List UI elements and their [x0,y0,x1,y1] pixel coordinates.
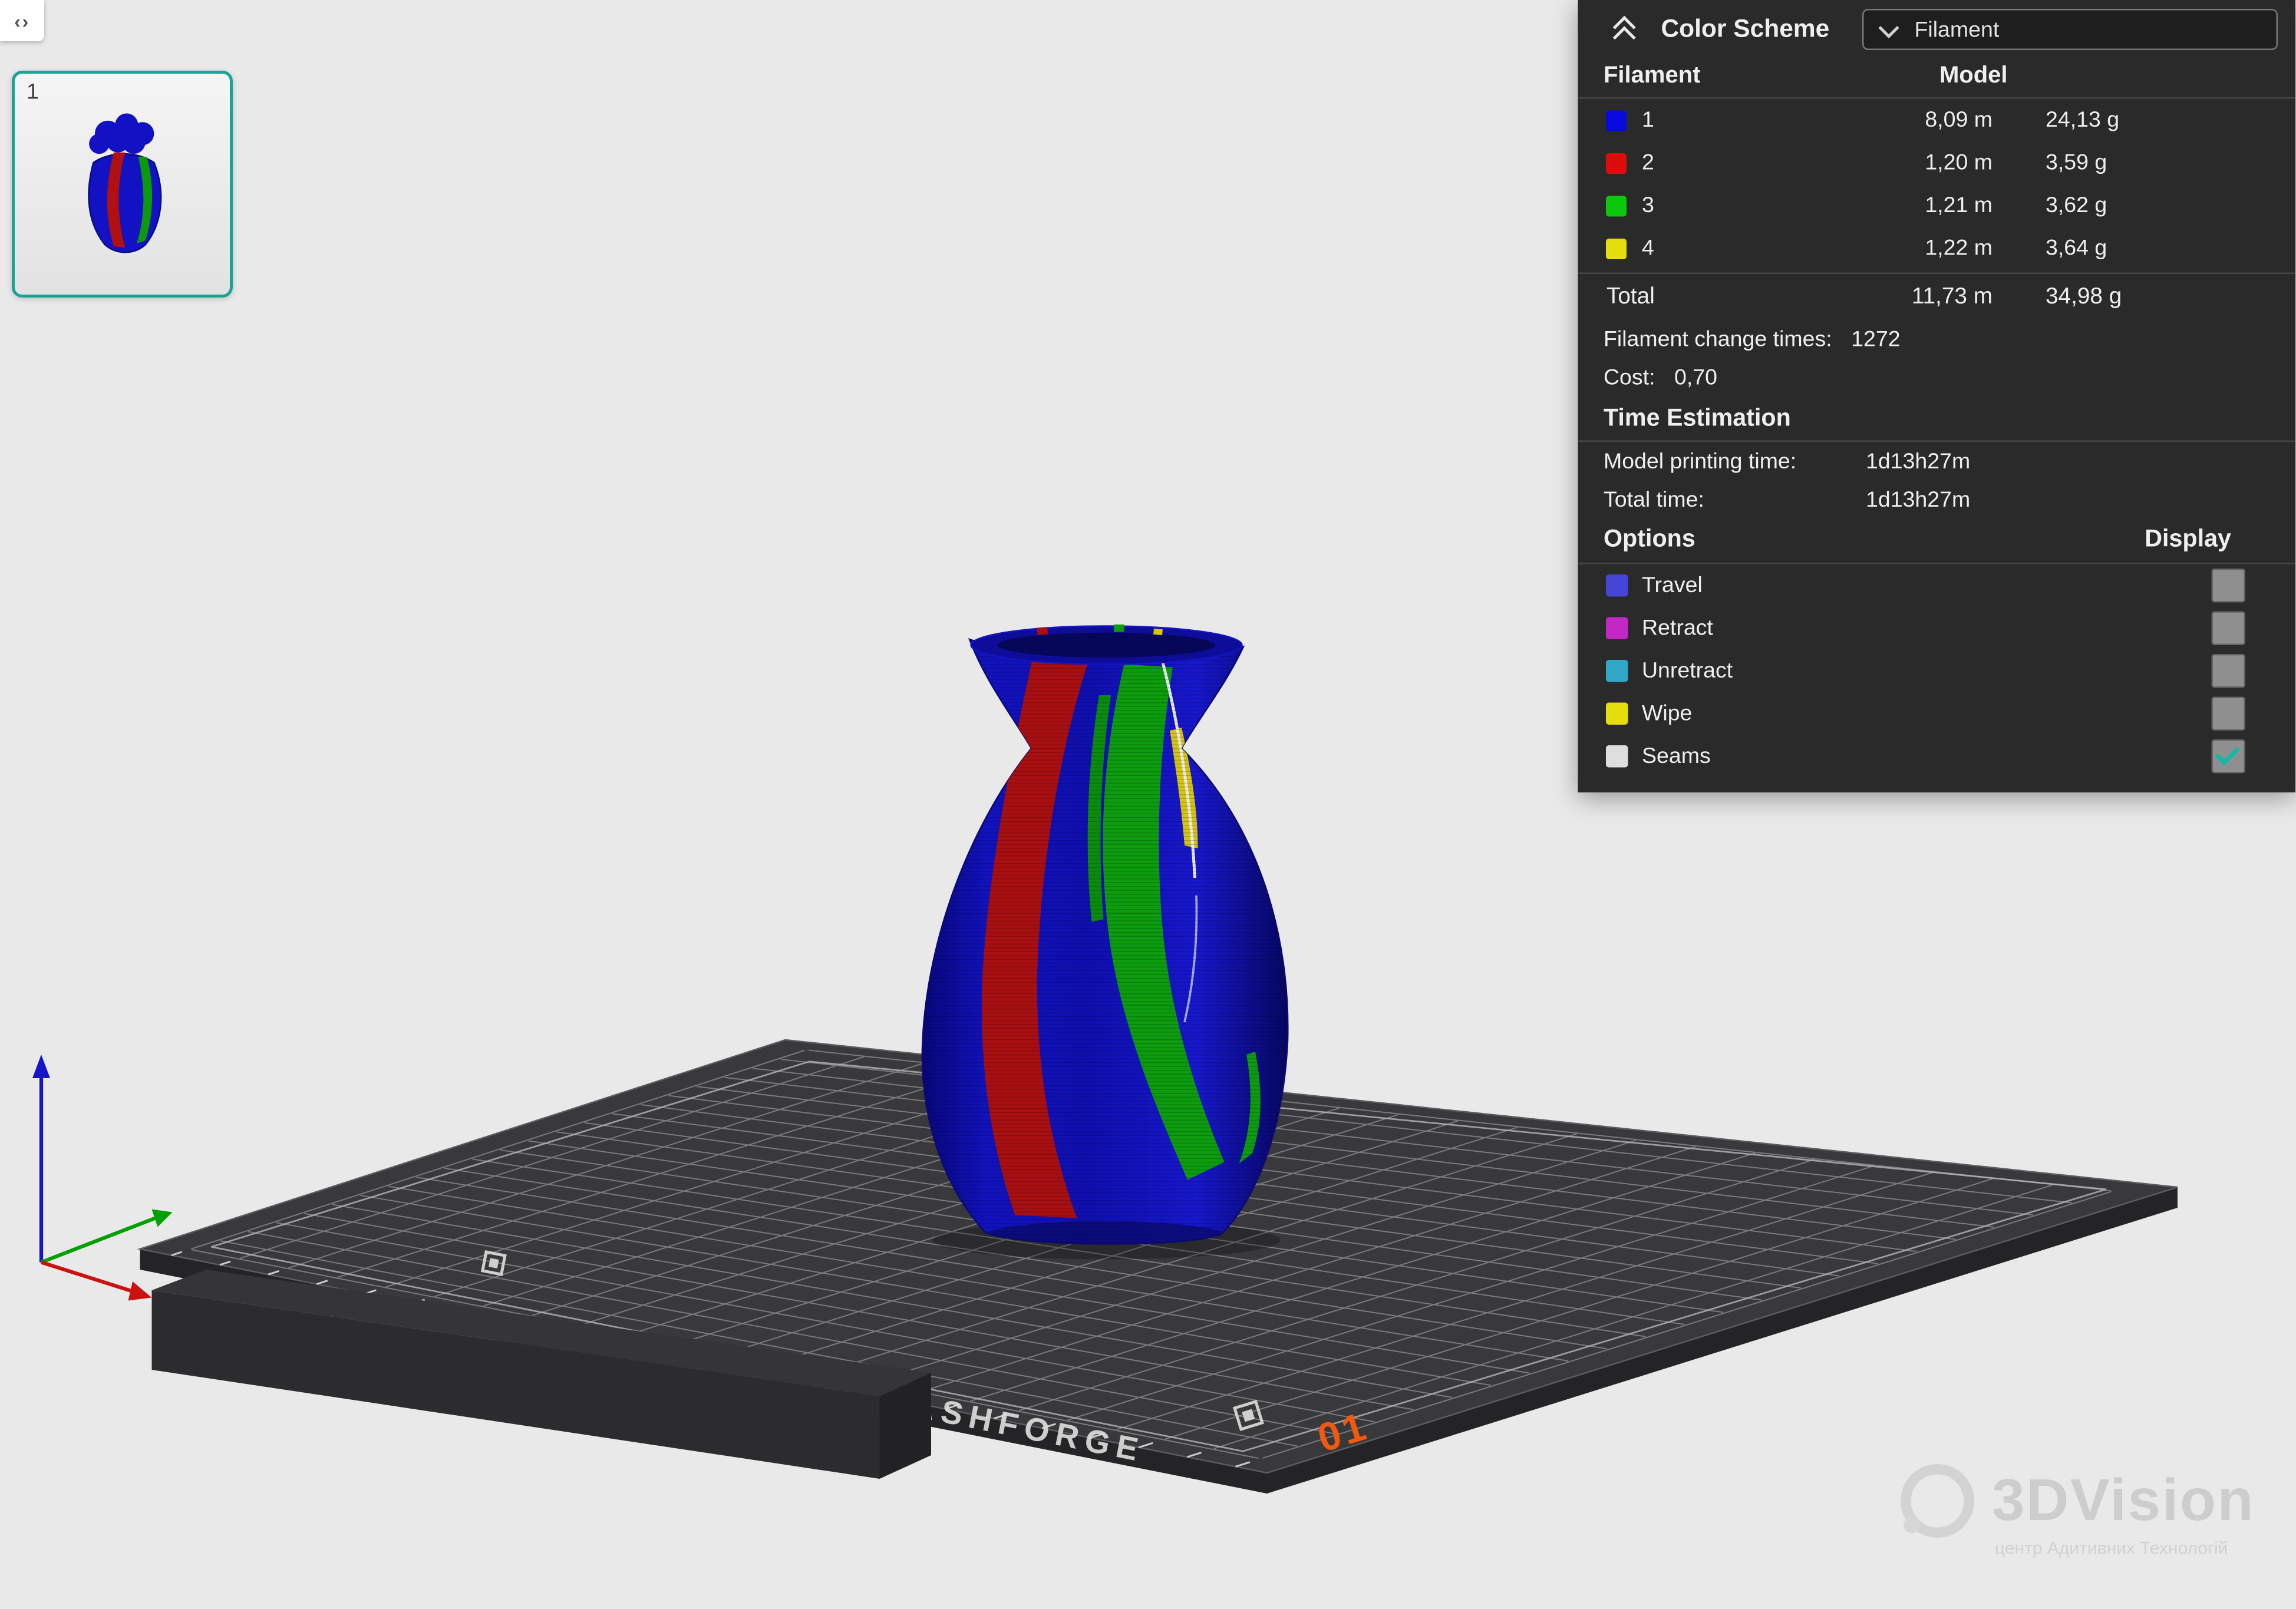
filament-weight: 3,59 g [2019,150,2209,176]
option-swatch [1606,745,1629,768]
travel-checkbox[interactable] [2212,569,2246,603]
total-time-label: Total time: [1604,487,1866,512]
filament-id: 3 [1642,193,1701,219]
filament-change-row: Filament change times: 1272 [1578,320,2296,358]
filament-id: 1 [1642,108,1701,133]
option-label: Seams [1642,744,1711,769]
wipe-checkbox[interactable] [2212,697,2246,731]
model-time-value: 1d13h27m [1866,448,1970,474]
chevron-down-icon [1879,17,1899,38]
color-scheme-dropdown[interactable]: Filament [1863,9,2278,50]
filament-table-header: Filament Model [1578,59,2296,99]
option-label: Retract [1642,616,1713,641]
total-length: 11,73 m [1701,283,2019,310]
total-time-value: 1d13h27m [1866,487,1970,512]
option-swatch [1606,617,1629,640]
option-row-retract: Retract [1578,607,2296,650]
unretract-checkbox[interactable] [2212,654,2246,688]
filament-length: 1,21 m [1701,193,2019,219]
options-title: Options [1604,526,1695,554]
toggle-panel-button[interactable]: ‹› [0,0,44,41]
filament-row[interactable]: 3 1,21 m 3,62 g [1578,184,2296,227]
option-label: Travel [1642,573,1703,599]
option-swatch [1606,703,1629,725]
plate-thumbnail[interactable]: 1 [12,71,233,298]
option-row-seams: Seams [1578,735,2296,778]
filament-change-value: 1272 [1851,326,1900,352]
option-label: Wipe [1642,701,1692,726]
collapse-panel-icon[interactable] [1608,14,1640,46]
total-time-row: Total time: 1d13h27m [1578,480,2296,518]
watermark-subtitle: центр Адитивних Технологій [1995,1538,2281,1558]
filament-swatch [1606,195,1627,216]
watermark-logo-icon [1898,1461,1977,1541]
seams-checkbox[interactable] [2212,739,2246,774]
filament-length: 1,20 m [1701,150,2019,176]
model-printing-time-row: Model printing time: 1d13h27m [1578,442,2296,480]
vase-model [922,625,1288,1259]
total-label: Total [1606,283,1701,310]
retract-checkbox[interactable] [2212,612,2246,646]
filament-change-label: Filament change times: [1604,326,1832,352]
option-row-wipe: Wipe [1578,692,2296,735]
cost-label: Cost: [1604,365,1655,390]
filament-weight: 3,62 g [2019,193,2209,219]
filament-weight: 24,13 g [2019,108,2209,133]
plate-index: 1 [27,80,39,105]
col-model: Model [1939,64,2008,90]
panel-header: Color Scheme Filament [1578,0,2296,59]
total-weight: 34,98 g [2019,283,2209,310]
app-stage: FLASHFORGE 01 [0,0,2296,1609]
filament-length: 1,22 m [1701,236,2019,261]
toggle-panel-icon: ‹› [14,9,30,32]
filament-swatch [1606,110,1627,130]
option-row-unretract: Unretract [1578,650,2296,693]
option-swatch [1606,574,1629,597]
watermark: 3DVision центр Адитивних Технологій [1898,1461,2281,1558]
color-scheme-panel: Color Scheme Filament Filament Model 1 8… [1578,0,2296,792]
filament-row[interactable]: 2 1,20 m 3,59 g [1578,141,2296,184]
options-header: Options Display [1578,518,2296,564]
option-swatch [1606,660,1629,682]
filament-row[interactable]: 1 8,09 m 24,13 g [1578,99,2296,142]
filament-row[interactable]: 4 1,22 m 3,64 g [1578,227,2296,270]
col-filament: Filament [1604,64,1700,90]
filament-weight: 3,64 g [2019,236,2209,261]
display-header: Display [2145,526,2231,554]
plate-thumbnail-preview [50,106,194,268]
dropdown-value: Filament [1914,17,1999,42]
option-row-travel: Travel [1578,564,2296,607]
time-estimation-title: Time Estimation [1578,397,2296,442]
model-time-label: Model printing time: [1604,448,1866,474]
filament-id: 2 [1642,150,1701,176]
filament-swatch [1606,238,1627,259]
cost-row: Cost: 0,70 [1578,358,2296,397]
filament-length: 8,09 m [1701,108,2019,133]
filament-id: 4 [1642,236,1701,261]
check-icon [2215,741,2240,765]
panel-title: Color Scheme [1661,15,1829,44]
cost-value: 0,70 [1674,365,1717,390]
option-label: Unretract [1642,659,1733,684]
watermark-title: 3DVision [1992,1468,2255,1534]
filament-swatch [1606,153,1627,173]
total-row: Total 11,73 m 34,98 g [1578,274,2296,320]
